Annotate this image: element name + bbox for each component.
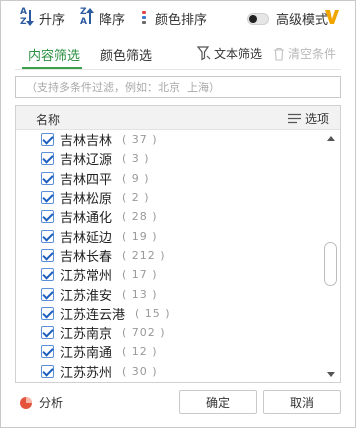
list-header: 名称 选项 — [16, 106, 340, 130]
item-name: 吉林通化 — [60, 211, 113, 227]
item-checkbox[interactable] — [41, 210, 54, 224]
item-name: 吉林吉林 — [60, 134, 113, 150]
item-count: ( 17 ) — [122, 268, 158, 282]
advanced-mode-toggle-group: 高级模式 — [247, 9, 328, 28]
pie-chart-icon — [20, 396, 32, 409]
item-name: 江苏淮安 — [60, 288, 113, 304]
item-checkbox[interactable] — [41, 229, 54, 243]
vip-icon — [325, 10, 339, 24]
options-label: 选项 — [305, 112, 330, 126]
item-checkbox[interactable] — [41, 248, 54, 262]
item-count: ( 30 ) — [122, 364, 158, 378]
color-sort-label: 颜色排序 — [155, 12, 208, 28]
scrollbar-thumb[interactable] — [324, 242, 337, 286]
analyze-button[interactable]: 分析 — [19, 394, 63, 411]
filter-panel: AZ 升序 ZA 降序 颜色排序 高级模式 内容筛选 颜色筛选 文本筛选 清空条… — [0, 0, 356, 428]
item-checkbox[interactable] — [41, 306, 54, 320]
list-item[interactable]: 吉林辽源 ( 3 ) — [16, 149, 322, 168]
item-name: 吉林延边 — [60, 230, 113, 246]
list-item[interactable]: 吉林松原 ( 2 ) — [16, 188, 322, 207]
item-count: ( 212 ) — [122, 248, 166, 262]
item-count: ( 37 ) — [122, 133, 158, 147]
list-item[interactable]: 江苏南京 ( 702 ) — [16, 323, 322, 342]
cancel-button[interactable]: 取消 — [263, 390, 341, 414]
item-count: ( 19 ) — [122, 229, 158, 243]
tab-content-filter[interactable]: 内容筛选 — [28, 45, 80, 65]
tabs-divider — [15, 69, 341, 70]
scroll-up-arrow-icon[interactable] — [327, 136, 335, 141]
sort-ascending-label: 升序 — [39, 12, 66, 28]
item-count: ( 3 ) — [122, 152, 150, 166]
text-filter-button[interactable]: 文本筛选 — [197, 45, 262, 62]
item-name: 江苏泰州 — [60, 381, 112, 382]
item-count: ( 28 ) — [122, 210, 158, 224]
sort-descending-icon: ZA — [79, 7, 97, 28]
item-name: 吉林松原 — [60, 192, 113, 208]
clear-conditions-label: 清空条件 — [288, 47, 337, 61]
name-column-header: 名称 — [36, 113, 61, 127]
sort-ascending-button[interactable]: AZ 升序 — [19, 6, 65, 30]
clear-conditions-button[interactable]: 清空条件 — [273, 45, 336, 62]
item-count: ( 13 ) — [122, 287, 158, 301]
list-item[interactable]: 吉林延边 ( 19 ) — [16, 226, 322, 246]
trash-icon — [274, 47, 284, 61]
item-name: 江苏常州 — [60, 269, 113, 285]
list-item[interactable]: 吉林通化 ( 28 ) — [16, 207, 322, 226]
scroll-down-arrow-icon[interactable] — [327, 372, 335, 377]
color-sort-icon — [139, 10, 153, 26]
sort-descending-button[interactable]: ZA 降序 — [79, 6, 125, 30]
item-checkbox[interactable] — [41, 152, 54, 166]
text-filter-label: 文本筛选 — [214, 47, 263, 61]
sort-descending-label: 降序 — [99, 12, 126, 28]
item-count: ( 15 ) — [135, 306, 171, 320]
item-name: 江苏南京 — [60, 327, 113, 343]
ok-button[interactable]: 确定 — [179, 390, 257, 414]
color-sort-button[interactable]: 颜色排序 — [139, 6, 207, 30]
list-item[interactable]: 江苏淮安 ( 13 ) — [16, 284, 322, 304]
list-item[interactable]: 江苏泰州( 5 ) — [16, 381, 322, 382]
toggle-knob — [249, 14, 257, 23]
item-checkbox[interactable] — [41, 326, 54, 340]
item-name: 吉林辽源 — [60, 153, 113, 169]
funnel-icon — [197, 46, 211, 61]
list-item[interactable]: 江苏苏州 ( 30 ) — [16, 362, 322, 381]
item-checkbox[interactable] — [41, 191, 54, 205]
item-count: ( 9 ) — [122, 171, 150, 185]
list-scrollbar[interactable] — [322, 130, 340, 382]
search-input[interactable] — [15, 76, 341, 98]
item-checkbox[interactable] — [41, 268, 54, 282]
item-name: 江苏苏州 — [60, 365, 113, 381]
value-list: 名称 选项 吉林吉林 ( 37 ) 吉林辽源 ( 3 ) 吉林四平 ( 9 ) 吉林松原 ( … — [15, 105, 341, 383]
list-item[interactable]: 江苏常州 ( 17 ) — [16, 265, 322, 284]
advanced-mode-toggle[interactable] — [247, 12, 269, 25]
item-checkbox[interactable] — [41, 171, 54, 185]
item-count: ( 12 ) — [122, 345, 158, 359]
list-item[interactable]: 吉林四平 ( 9 ) — [16, 169, 322, 188]
tab-color-filter[interactable]: 颜色筛选 — [100, 45, 152, 65]
item-checkbox[interactable] — [41, 345, 54, 359]
item-name: 江苏连云港 — [60, 307, 126, 323]
item-checkbox[interactable] — [41, 287, 54, 301]
sort-ascending-icon: AZ — [19, 7, 37, 28]
list-item[interactable]: 江苏南通 ( 12 ) — [16, 342, 322, 361]
item-count: ( 2 ) — [122, 191, 150, 205]
list-rows: 吉林吉林 ( 37 ) 吉林辽源 ( 3 ) 吉林四平 ( 9 ) 吉林松原 ( 2 ) 吉林通… — [16, 130, 322, 382]
options-icon — [288, 113, 301, 124]
item-name: 吉林长春 — [60, 249, 113, 265]
list-item[interactable]: 吉林吉林 ( 37 ) — [16, 130, 322, 149]
item-name: 吉林四平 — [60, 172, 113, 188]
advanced-mode-label: 高级模式 — [276, 13, 329, 28]
list-item[interactable]: 江苏连云港 ( 15 ) — [16, 304, 322, 323]
list-item[interactable]: 吉林长春 ( 212 ) — [16, 246, 322, 265]
options-button[interactable]: 选项 — [288, 110, 329, 127]
item-checkbox[interactable] — [41, 133, 54, 147]
item-checkbox[interactable] — [41, 364, 54, 378]
item-count: ( 702 ) — [122, 326, 166, 340]
item-name: 江苏南通 — [60, 346, 113, 362]
analyze-label: 分析 — [39, 396, 64, 410]
